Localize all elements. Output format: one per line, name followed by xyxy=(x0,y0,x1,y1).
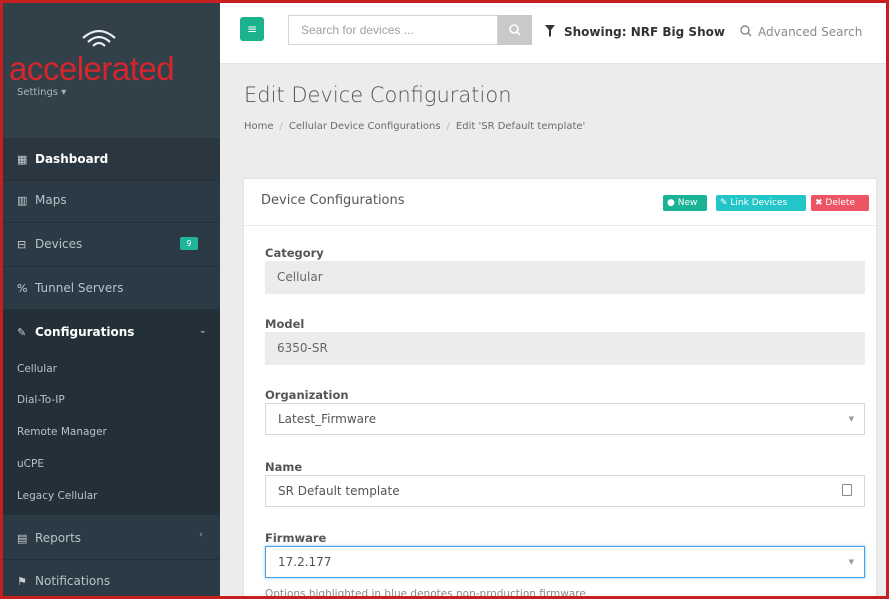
sidebar-item-reports[interactable]: ▤ Reports ‹ xyxy=(3,517,220,559)
sidebar-item-label: Devices xyxy=(35,237,83,251)
subnav-item-dial-to-ip[interactable]: Dial-To-IP xyxy=(17,394,65,406)
search-icon xyxy=(509,24,521,36)
edit-icon: ✎ xyxy=(720,198,728,208)
caret-down-icon: ▼ xyxy=(848,415,854,423)
menu-toggle-button[interactable]: ≡ xyxy=(240,17,264,41)
search-input[interactable]: Search for devices ... xyxy=(288,15,498,45)
category-field: Cellular xyxy=(265,261,865,294)
hamburger-icon: ≡ xyxy=(246,22,258,36)
sidebar-item-dashboard[interactable]: ▦ Dashboard xyxy=(3,138,220,180)
sidebar-item-label: Reports xyxy=(35,531,82,545)
flag-icon: ⚑ xyxy=(17,574,27,588)
filter-icon xyxy=(545,25,555,37)
map-icon: ▥ xyxy=(17,193,28,207)
organization-select[interactable]: Latest_Firmware ▼ xyxy=(265,403,865,435)
app-frame: accelerated Settings ▾ ▦ Dashboard ▥ Map… xyxy=(0,0,889,599)
subnav-item-legacy-cellular[interactable]: Legacy Cellular xyxy=(17,490,98,502)
subnav-item-cellular[interactable]: Cellular xyxy=(17,363,57,375)
organization-value: Latest_Firmware xyxy=(278,412,377,426)
name-value: SR Default template xyxy=(278,484,400,498)
topbar: ≡ Search for devices ... Showing: NRF Bi… xyxy=(220,3,886,64)
wrench-icon: ✎ xyxy=(17,325,27,339)
subnav-item-ucpe[interactable]: uCPE xyxy=(17,458,44,470)
sidebar-item-label: Notifications xyxy=(35,574,111,588)
breadcrumb-home[interactable]: Home xyxy=(244,121,274,132)
sidebar: accelerated Settings ▾ ▦ Dashboard ▥ Map… xyxy=(3,3,220,596)
organization-label: Organization xyxy=(265,388,349,402)
brand-area: accelerated Settings ▾ xyxy=(3,3,220,138)
caret-down-icon: ▼ xyxy=(848,558,854,566)
devices-icon: ⊟ xyxy=(17,237,27,251)
subnav-item-remote-manager[interactable]: Remote Manager xyxy=(17,426,107,438)
model-field: 6350-SR xyxy=(265,332,865,365)
chevron-down-icon: ⌄ xyxy=(199,326,207,336)
grid-icon: ▦ xyxy=(17,152,28,166)
search-icon xyxy=(740,25,752,37)
link-devices-button[interactable]: ✎ Link Devices xyxy=(716,195,806,211)
name-label: Name xyxy=(265,460,303,474)
breadcrumb-cellular-configs[interactable]: Cellular Device Configurations xyxy=(289,121,441,132)
search-button[interactable] xyxy=(498,15,532,45)
link-devices-label: Link Devices xyxy=(730,198,788,208)
delete-button[interactable]: ✖ Delete xyxy=(811,195,869,211)
device-configurations-card: Device Configurations ● New ✎ Link Devic… xyxy=(243,178,877,599)
chevron-left-icon: ‹ xyxy=(199,530,203,540)
document-icon xyxy=(842,484,852,496)
settings-dropdown[interactable]: Settings ▾ xyxy=(17,87,66,98)
sidebar-item-notifications[interactable]: ⚑ Notifications xyxy=(3,560,220,596)
new-button[interactable]: ● New xyxy=(663,195,707,211)
sidebar-item-tunnel-servers[interactable]: % Tunnel Servers xyxy=(3,267,220,309)
card-title: Device Configurations xyxy=(261,193,405,208)
sidebar-item-configurations[interactable]: ✎ Configurations ⌄ xyxy=(3,311,220,353)
sidebar-item-label: Maps xyxy=(35,193,67,207)
firmware-help-text: Options highlighted in blue denotes non-… xyxy=(265,588,586,599)
brand-logo-text[interactable]: accelerated xyxy=(9,51,219,87)
sidebar-item-label: Dashboard xyxy=(35,152,109,166)
sidebar-item-maps[interactable]: ▥ Maps xyxy=(3,179,220,221)
close-icon: ✖ xyxy=(815,198,823,208)
name-input[interactable]: SR Default template xyxy=(265,475,865,507)
model-label: Model xyxy=(265,317,305,331)
sidebar-item-devices[interactable]: ⊟ Devices 9 xyxy=(3,223,220,265)
delete-button-label: Delete xyxy=(825,198,855,208)
tunnel-icon: % xyxy=(17,281,28,295)
devices-count-badge: 9 xyxy=(180,237,198,250)
card-header: Device Configurations ● New ✎ Link Devic… xyxy=(244,179,876,226)
sidebar-item-label: Tunnel Servers xyxy=(35,281,124,295)
breadcrumb: Home / Cellular Device Configurations / Edit… xyxy=(244,121,586,132)
advanced-search-link[interactable]: Advanced Search xyxy=(758,25,862,39)
plus-circle-icon: ● xyxy=(667,198,675,208)
configurations-group: ✎ Configurations ⌄ Cellular Dial-To-IP R… xyxy=(3,309,220,515)
new-button-label: New xyxy=(677,198,698,208)
showing-filter-label[interactable]: Showing: NRF Big Show xyxy=(564,25,725,39)
firmware-value: 17.2.177 xyxy=(278,555,332,569)
file-icon: ▤ xyxy=(17,531,28,545)
breadcrumb-current: Edit 'SR Default template' xyxy=(455,121,586,132)
firmware-select[interactable]: 17.2.177 ▼ xyxy=(265,546,865,578)
sidebar-item-label: Configurations xyxy=(35,325,135,339)
page-title: Edit Device Configuration xyxy=(244,83,512,107)
firmware-label: Firmware xyxy=(265,531,327,545)
category-label: Category xyxy=(265,246,324,260)
